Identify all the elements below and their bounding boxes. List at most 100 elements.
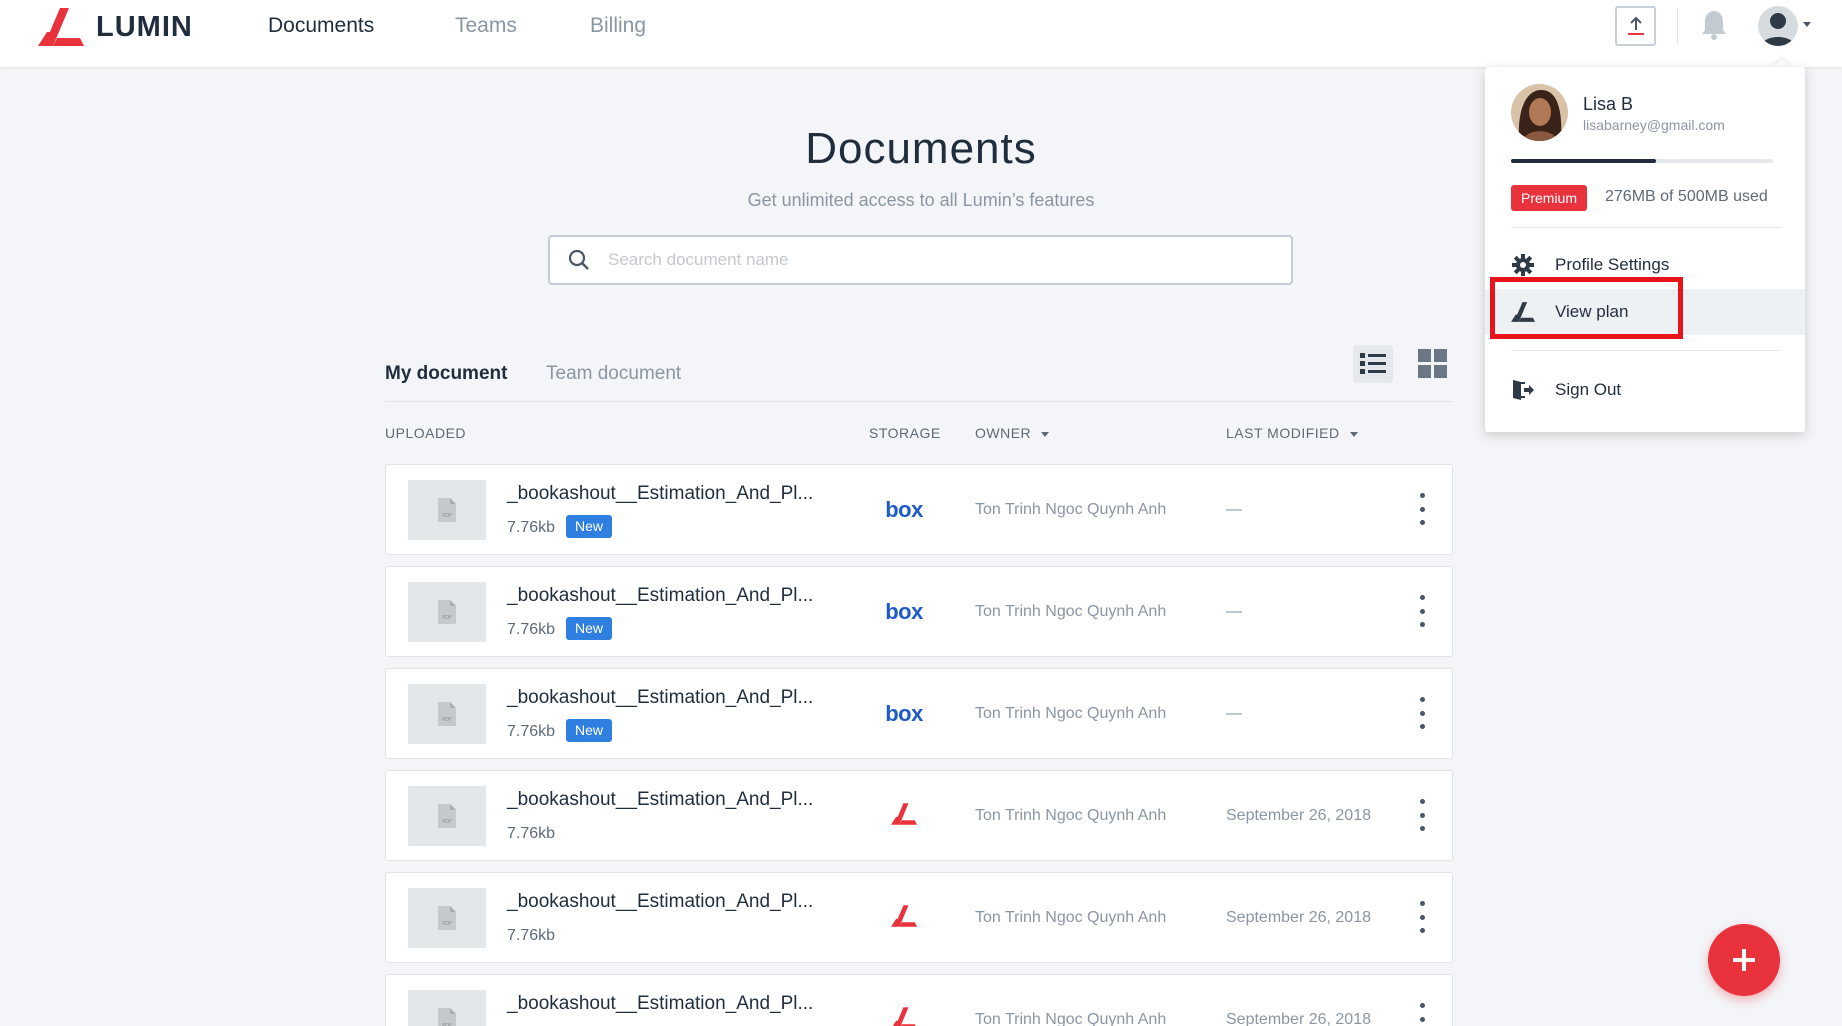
- owner-cell: Ton Trinh Ngoc Quynh Anh: [975, 705, 1167, 722]
- document-name[interactable]: _bookashout__Estimation_And_Pl...: [507, 789, 813, 811]
- chevron-down-icon[interactable]: [1803, 22, 1811, 27]
- table-row[interactable]: PDF_bookashout__Estimation_And_Pl...7.76…: [385, 974, 1453, 1026]
- storage-cell: [881, 1005, 927, 1026]
- new-badge: New: [566, 617, 613, 640]
- column-header-owner[interactable]: OWNER: [975, 425, 1050, 441]
- grid-view-icon[interactable]: [1418, 349, 1448, 379]
- nav-documents[interactable]: Documents: [268, 14, 374, 38]
- user-name: Lisa B: [1583, 94, 1634, 114]
- lumin-logo-icon: [38, 8, 84, 46]
- svg-text:PDF: PDF: [442, 615, 452, 621]
- tabs-divider: [385, 401, 1453, 402]
- gear-icon: [1511, 253, 1535, 277]
- last-modified-cell: —: [1226, 603, 1242, 620]
- svg-text:PDF: PDF: [442, 513, 452, 519]
- document-size: 7.76kb: [507, 723, 556, 740]
- pdf-thumbnail-icon: PDF: [408, 582, 486, 642]
- upload-button[interactable]: [1615, 6, 1656, 46]
- document-name[interactable]: _bookashout__Estimation_And_Pl...: [507, 585, 813, 607]
- owner-cell: Ton Trinh Ngoc Quynh Anh: [975, 603, 1167, 620]
- document-size: 7.76kb: [507, 519, 556, 536]
- owner-header-label: OWNER: [975, 425, 1032, 441]
- document-name[interactable]: _bookashout__Estimation_And_Pl...: [507, 483, 813, 505]
- owner-cell: Ton Trinh Ngoc Quynh Anh: [975, 807, 1167, 824]
- sort-caret-icon[interactable]: [1041, 431, 1050, 437]
- profile-avatar: [1511, 84, 1568, 141]
- storage-cell: [881, 801, 927, 831]
- dropdown-divider: [1511, 350, 1781, 351]
- document-name[interactable]: _bookashout__Estimation_And_Pl...: [507, 687, 813, 709]
- user-email: lisabarney@gmail.com: [1583, 117, 1725, 133]
- user-dropdown-menu: Lisa B lisabarney@gmail.com Premium 276M…: [1485, 67, 1805, 432]
- more-options-icon[interactable]: [1414, 697, 1430, 729]
- sign-out-icon: [1511, 378, 1535, 402]
- box-storage-icon: box: [885, 497, 923, 522]
- last-modified-cell: September 26, 2018: [1226, 909, 1371, 926]
- storage-cell: box: [881, 699, 927, 729]
- sort-caret-icon[interactable]: [1349, 431, 1358, 437]
- menu-item-sign-out[interactable]: Sign Out: [1485, 367, 1805, 413]
- svg-text:PDF: PDF: [442, 819, 452, 825]
- owner-cell: Ton Trinh Ngoc Quynh Anh: [975, 501, 1167, 518]
- owner-cell: Ton Trinh Ngoc Quynh Anh: [975, 909, 1167, 926]
- upload-icon: [1627, 16, 1644, 35]
- storage-cell: [881, 903, 927, 933]
- box-storage-icon: box: [885, 701, 923, 726]
- list-view-button[interactable]: [1353, 345, 1393, 383]
- tab-my-document[interactable]: My document: [385, 363, 507, 385]
- table-row[interactable]: PDF _bookashout__Estimation_And_Pl... 7.76…: [385, 770, 1453, 861]
- document-size: 7.76kb: [507, 825, 556, 842]
- nav-billing[interactable]: Billing: [590, 14, 646, 38]
- lumin-storage-icon: [891, 904, 917, 932]
- user-avatar-icon[interactable]: [1758, 6, 1798, 46]
- bell-icon[interactable]: [1700, 9, 1728, 41]
- document-name[interactable]: _bookashout__Estimation_And_Pl...: [507, 891, 813, 913]
- document-name[interactable]: _bookashout__Estimation_And_Pl...: [507, 993, 813, 1015]
- header-divider: [1677, 8, 1678, 44]
- search-box[interactable]: [548, 235, 1293, 285]
- highlight-box: [1490, 277, 1683, 339]
- last-modified-cell: September 26, 2018: [1226, 807, 1371, 824]
- list-view-icon: [1360, 353, 1386, 374]
- storage-cell: box: [881, 597, 927, 627]
- column-header-storage: STORAGE: [869, 425, 941, 441]
- pdf-thumbnail-icon: PDF: [408, 786, 486, 846]
- search-input[interactable]: [608, 250, 1248, 270]
- table-row[interactable]: PDF _bookashout__Estimation_And_Pl... 7.76…: [385, 464, 1453, 555]
- document-size: 7.76kb: [507, 621, 556, 638]
- storage-usage-fill: [1511, 159, 1656, 163]
- more-options-icon[interactable]: [1414, 1003, 1430, 1026]
- top-header: LUMIN Documents Teams Billing: [0, 0, 1842, 67]
- column-header-uploaded: UPLOADED: [385, 425, 467, 441]
- more-options-icon[interactable]: [1414, 901, 1430, 933]
- table-row[interactable]: PDF _bookashout__Estimation_And_Pl... 7.76…: [385, 872, 1453, 963]
- app-name: LUMIN: [96, 10, 193, 43]
- pdf-thumbnail-icon: PDF: [408, 480, 486, 540]
- new-badge: New: [566, 719, 613, 742]
- lumin-logo[interactable]: LUMIN: [38, 8, 193, 46]
- tab-team-document[interactable]: Team document: [546, 363, 681, 385]
- new-badge: New: [566, 515, 613, 538]
- more-options-icon[interactable]: [1414, 799, 1430, 831]
- box-storage-icon: box: [885, 599, 923, 624]
- document-size: 7.76kb: [507, 927, 556, 944]
- last-modified-cell: September 26, 2018: [1226, 1011, 1371, 1026]
- more-options-icon[interactable]: [1414, 595, 1430, 627]
- more-options-icon[interactable]: [1414, 493, 1430, 525]
- plan-badge: Premium: [1511, 185, 1588, 211]
- plus-icon: [1733, 949, 1755, 971]
- storage-usage-text: 276MB of 500MB used: [1605, 188, 1768, 205]
- dropdown-divider: [1511, 227, 1781, 228]
- nav-teams[interactable]: Teams: [455, 14, 517, 38]
- last-modified-cell: —: [1226, 501, 1242, 518]
- add-document-button[interactable]: [1708, 924, 1780, 996]
- lumin-storage-icon: [891, 1006, 917, 1026]
- svg-text:PDF: PDF: [442, 717, 452, 723]
- menu-item-label: Profile Settings: [1555, 255, 1670, 274]
- storage-usage-bar: [1511, 159, 1773, 163]
- search-icon: [568, 249, 589, 270]
- table-row[interactable]: PDF _bookashout__Estimation_And_Pl... 7.76…: [385, 668, 1453, 759]
- pdf-thumbnail-icon: PDF: [408, 888, 486, 948]
- table-row[interactable]: PDF _bookashout__Estimation_And_Pl... 7.76…: [385, 566, 1453, 657]
- column-header-last-modified[interactable]: LAST MODIFIED: [1226, 425, 1358, 441]
